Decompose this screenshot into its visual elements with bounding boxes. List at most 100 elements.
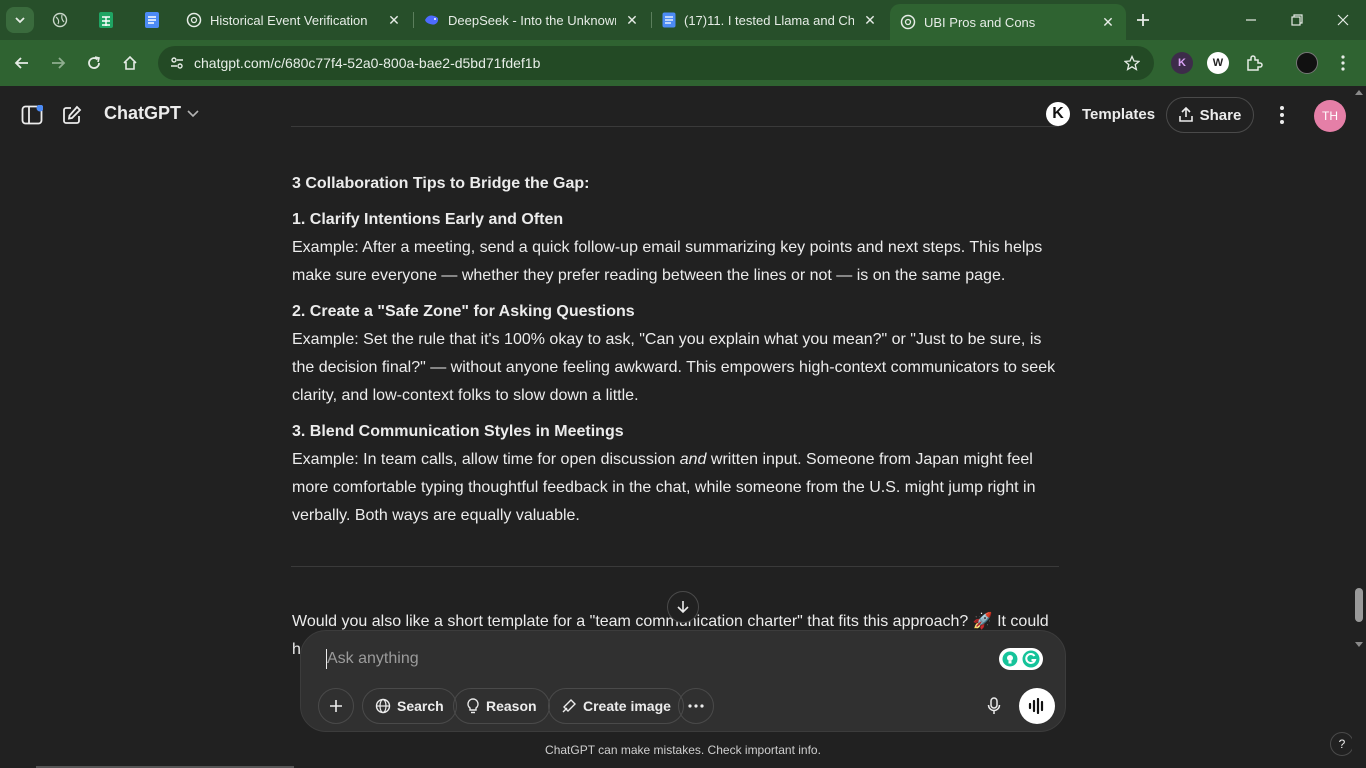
grammarly-widget[interactable] [999,648,1043,670]
tip-item: 3. Blend Communication Styles in Meeting… [292,418,1062,530]
templates-k-letter: K [1052,105,1064,122]
extension-w-label: W [1212,57,1224,69]
attach-button[interactable] [318,688,354,724]
tab-title: UBI Pros and Cons [924,14,1036,30]
scroll-up-arrow[interactable] [1355,90,1363,95]
text-caret [326,649,327,669]
tip-title: 1. Clarify Intentions Early and Often [292,211,564,228]
share-label: Share [1199,106,1242,124]
message-divider [291,566,1059,567]
composer: Search Reason Create image [300,630,1066,732]
close-icon[interactable]: ✕ [1100,14,1116,30]
disclaimer: ChatGPT can make mistakes. Check importa… [545,743,821,757]
prompt-input[interactable] [327,645,967,673]
docs-icon [145,12,159,28]
sidebar-icon [21,105,43,125]
arrow-down-icon [677,601,689,614]
tab-title: DeepSeek - Into the Unknown [448,12,616,28]
model-name: ChatGPT [104,103,182,123]
tab-llama-chat[interactable]: (17)11. I tested Llama and Chat ✕ [652,6,888,34]
tip-body: Example: In team calls, allow time for o… [292,446,1062,530]
home-button[interactable] [117,50,143,76]
tip-body-emphasis: and [679,451,707,468]
share-button[interactable]: Share [1166,97,1254,133]
site-info-button[interactable] [162,48,192,78]
tip-body-text: Example: In team calls, allow time for o… [292,451,680,468]
scrollbar-thumb[interactable] [1355,588,1363,622]
pinned-tab-sheets[interactable] [94,8,118,32]
globe-icon [52,12,68,28]
page-scrollbar[interactable] [1352,86,1366,768]
reload-icon [88,56,100,69]
restore-button[interactable] [1274,0,1320,40]
tab-title: (17)11. I tested Llama and Chat [684,12,854,28]
more-tools-button[interactable] [678,688,714,724]
share-icon [1178,107,1193,122]
tab-ubi-pros-cons[interactable]: UBI Pros and Cons ✕ [890,4,1126,40]
conversation-options-button[interactable] [1270,103,1294,127]
tip-body: Example: Set the rule that it's 100% oka… [292,331,1056,404]
voice-mode-button[interactable] [1019,688,1055,724]
help-button[interactable]: ? [1330,732,1354,756]
bookmark-button[interactable] [1122,53,1142,73]
compose-icon [63,105,82,124]
tip-title: 2. Create a "Safe Zone" for Asking Quest… [292,303,635,320]
minimize-button[interactable] [1228,0,1274,40]
plus-icon [330,700,342,712]
deepseek-icon [425,15,439,25]
sidebar-toggle-button[interactable] [20,103,44,127]
tab-title: Historical Event Verification [210,12,368,28]
tip-title: 3. Blend Communication Styles in Meeting… [292,423,624,440]
microphone-icon [987,697,1001,714]
more-vertical-icon [1280,106,1284,124]
extension-k-label: K [1178,57,1186,69]
tip-body: Example: After a meeting, send a quick f… [292,239,1043,284]
address-bar[interactable]: chatgpt.com/c/680c77f4-52a0-800a-bae2-d5… [158,46,1154,80]
chevron-down-icon [187,107,199,121]
browser-tabstrip: Historical Event Verification ✕ DeepSeek… [0,0,1366,40]
tab-historical-event[interactable]: Historical Event Verification ✕ [176,6,412,34]
pinned-tab-globe[interactable] [48,8,72,32]
tab-search-button[interactable] [6,7,34,33]
globe-icon [375,698,391,714]
search-label: Search [397,698,444,714]
close-icon[interactable]: ✕ [862,12,878,28]
model-selector[interactable]: ChatGPT [104,103,199,124]
scroll-down-arrow[interactable] [1355,642,1363,647]
templates-button[interactable]: Templates [1082,106,1155,123]
assistant-message: 3 Collaboration Tips to Bridge the Gap: … [292,170,1062,538]
new-chat-button[interactable] [60,103,84,127]
search-button[interactable]: Search [362,688,457,724]
avatar-initials: TH [1322,109,1338,123]
avatar[interactable]: TH [1314,100,1346,132]
extensions-button[interactable] [1243,52,1265,74]
puzzle-icon [1247,55,1263,71]
close-icon[interactable]: ✕ [624,12,640,28]
pinned-tab-docs[interactable] [140,8,164,32]
close-icon[interactable]: ✕ [386,12,402,28]
tab-deepseek[interactable]: DeepSeek - Into the Unknown ✕ [414,6,650,34]
profile-icon[interactable] [1296,52,1318,74]
reload-button[interactable] [81,50,107,76]
chevron-down-icon [15,17,25,24]
scroll-to-bottom-button[interactable] [667,591,699,623]
browser-menu-button[interactable] [1332,52,1354,74]
forward-button[interactable] [45,50,71,76]
arrow-left-icon [14,57,28,69]
templates-k-icon[interactable]: K [1046,102,1070,126]
extension-w-icon[interactable]: W [1207,52,1229,74]
close-window-button[interactable] [1320,0,1366,40]
app-header: ChatGPT K Templates Share TH [0,86,1352,144]
minimize-icon [1246,19,1256,21]
extension-k-icon[interactable]: K [1171,52,1193,74]
create-image-button[interactable]: Create image [548,688,684,724]
back-button[interactable] [9,50,35,76]
sheets-icon [99,12,113,28]
grammarly-bulb-icon [1002,651,1018,667]
url-text: chatgpt.com/c/680c77f4-52a0-800a-bae2-d5… [194,55,541,71]
reason-button[interactable]: Reason [453,688,550,724]
openai-icon [900,14,916,30]
dictate-button[interactable] [977,689,1011,723]
new-tab-button[interactable] [1132,9,1154,31]
message-heading: 3 Collaboration Tips to Bridge the Gap: [292,175,590,192]
